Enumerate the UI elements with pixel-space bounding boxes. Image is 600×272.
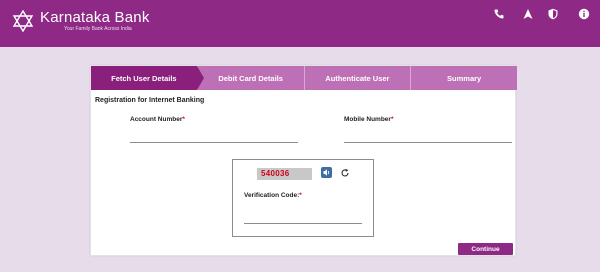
section-title: Registration for Internet Banking — [95, 97, 205, 104]
progress-stepper: Fetch User Details Debit Card Details Au… — [91, 66, 517, 90]
required-mark: * — [299, 192, 302, 199]
brand-name: Karnataka Bank — [40, 9, 150, 26]
continue-button[interactable]: Continue — [458, 243, 513, 255]
captcha-panel: 540036 Verification Code:* — [232, 159, 374, 237]
location-arrow-icon[interactable] — [522, 8, 534, 20]
step-authenticate-user[interactable]: Authenticate User — [303, 66, 411, 90]
verification-code-label: Verification Code:* — [244, 192, 302, 199]
account-number-input[interactable] — [130, 129, 298, 143]
star-of-david-logo-icon — [12, 9, 34, 33]
required-mark: * — [390, 116, 394, 123]
step-summary[interactable]: Summary — [410, 66, 517, 90]
captcha-image: 540036 — [257, 168, 312, 180]
shield-icon[interactable] — [547, 8, 559, 20]
step-debit-card-details[interactable]: Debit Card Details — [196, 66, 304, 90]
app-header: Karnataka Bank Your Family Bank Across I… — [0, 0, 600, 47]
account-number-label: Account Number* — [130, 116, 185, 123]
brand-tagline: Your Family Bank Across India — [64, 26, 132, 32]
account-number-label-text: Account Number — [130, 116, 183, 123]
mobile-number-label-text: Mobile Number — [344, 116, 391, 123]
mobile-number-label: Mobile Number* — [344, 116, 393, 123]
phone-icon[interactable] — [493, 8, 505, 20]
required-mark: * — [182, 116, 185, 123]
verification-code-input[interactable] — [244, 210, 362, 224]
mobile-number-input[interactable] — [344, 129, 512, 143]
refresh-captcha-icon[interactable] — [340, 168, 350, 178]
step-fetch-user-details[interactable]: Fetch User Details — [91, 66, 204, 90]
verification-code-label-text: Verification Code: — [244, 192, 300, 199]
info-icon[interactable] — [578, 8, 590, 20]
registration-card: Fetch User Details Debit Card Details Au… — [90, 65, 517, 256]
audio-captcha-icon[interactable] — [321, 167, 332, 178]
